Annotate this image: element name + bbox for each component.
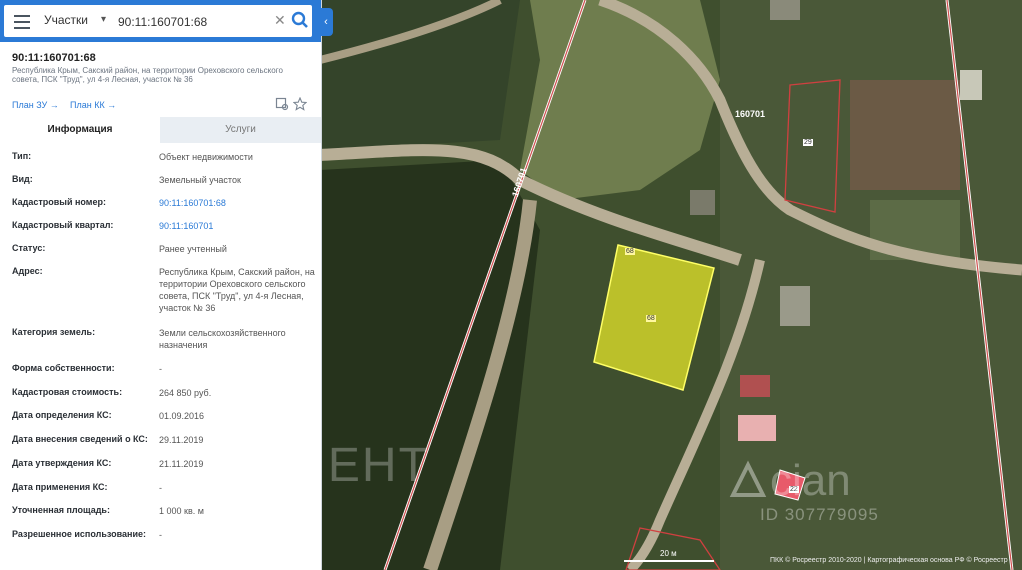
- plot-label: 68: [625, 248, 635, 255]
- row-value: Земельный участок: [159, 175, 241, 185]
- row-label: Дата внесения сведений о КС:: [12, 434, 148, 444]
- cadastral-number-link[interactable]: 90:11:160701:68: [159, 197, 317, 209]
- map-copyright: ПКК © Росреестр 2010-2020 | Картографиче…: [770, 557, 1008, 564]
- tab-bar: Информация Услуги: [0, 117, 321, 143]
- row-value: -: [159, 483, 162, 493]
- house-roof-3: [780, 286, 810, 326]
- row-label: Вид:: [12, 174, 33, 184]
- plan-kk-link[interactable]: План КК →: [70, 100, 116, 110]
- tab-services[interactable]: Услуги: [160, 117, 321, 143]
- menu-icon[interactable]: [12, 11, 32, 31]
- row-value: 264 850 руб.: [159, 388, 212, 398]
- house-roof-6: [690, 190, 715, 215]
- row-value: -: [159, 364, 162, 374]
- collapse-panel-button[interactable]: ‹: [319, 8, 333, 36]
- row-label: Дата применения КС:: [12, 482, 108, 492]
- row-value: Республика Крым, Сакский район, на терри…: [159, 267, 315, 313]
- row-value: Земли сельскохозяйственного назначения: [159, 328, 286, 350]
- star-icon[interactable]: [293, 97, 307, 111]
- row-value: Объект недвижимости: [159, 152, 253, 162]
- quarter-label: 160701: [735, 109, 766, 119]
- forest-area-north: [320, 0, 520, 150]
- chevron-down-icon[interactable]: ▾: [101, 14, 106, 25]
- row-label: Кадастровая стоимость:: [12, 387, 123, 397]
- cadastral-quarter-link[interactable]: 90:11:160701: [159, 220, 317, 232]
- cian-logo-icon: [729, 460, 767, 497]
- object-title: 90:11:160701:68: [12, 52, 96, 64]
- row-value: 01.09.2016: [159, 411, 205, 421]
- row-label: Статус:: [12, 243, 46, 253]
- search-icon[interactable]: [291, 11, 309, 29]
- row-label: Уточненная площадь:: [12, 505, 110, 515]
- row-value: 1 000 кв. м: [159, 506, 204, 516]
- house-roof: [740, 375, 770, 397]
- watermark-id: ID 307779095: [760, 505, 879, 524]
- watermark-brand: cian: [770, 456, 851, 505]
- plot-label-29: 29: [803, 139, 813, 146]
- row-label: Дата утверждения КС:: [12, 458, 112, 468]
- scale-label: 20 м: [660, 549, 677, 558]
- row-label: Кадастровый квартал:: [12, 220, 114, 230]
- object-address: Республика Крым, Сакский район, на терри…: [12, 66, 283, 84]
- row-label: Форма собственности:: [12, 363, 115, 373]
- row-label: Категория земель:: [12, 327, 96, 337]
- row-label: Тип:: [12, 151, 32, 161]
- house-roof-2: [738, 415, 776, 441]
- house-roof-5: [960, 70, 982, 100]
- row-value: 21.11.2019: [159, 459, 204, 469]
- search-box: Участки ▾ ✕: [4, 5, 312, 37]
- search-type-select[interactable]: Участки: [44, 13, 88, 27]
- row-value: 29.11.2019: [159, 435, 204, 445]
- search-input[interactable]: [116, 11, 270, 33]
- clear-icon[interactable]: ✕: [274, 12, 286, 29]
- tab-information[interactable]: Информация: [0, 117, 160, 143]
- scale-bar: [624, 560, 714, 562]
- row-label: Адрес:: [12, 266, 43, 276]
- info-panel: Участки ▾ ✕ 90:11:160701:68 Республика К…: [0, 0, 322, 570]
- row-label: Разрешенное использование:: [12, 529, 146, 539]
- share-icon[interactable]: [275, 97, 289, 111]
- row-value: -: [159, 530, 162, 540]
- row-label: Кадастровый номер:: [12, 197, 106, 207]
- map-scale: 20 м: [624, 549, 714, 563]
- search-bar: Участки ▾ ✕: [0, 0, 321, 42]
- plot-label-center: 68: [646, 315, 656, 322]
- house-roof-4: [770, 0, 800, 20]
- plan-zu-link[interactable]: План ЗУ →: [12, 100, 59, 110]
- garden-plot: [850, 80, 960, 190]
- row-value: Ранее учтенный: [159, 244, 227, 254]
- row-label: Дата определения КС:: [12, 410, 112, 420]
